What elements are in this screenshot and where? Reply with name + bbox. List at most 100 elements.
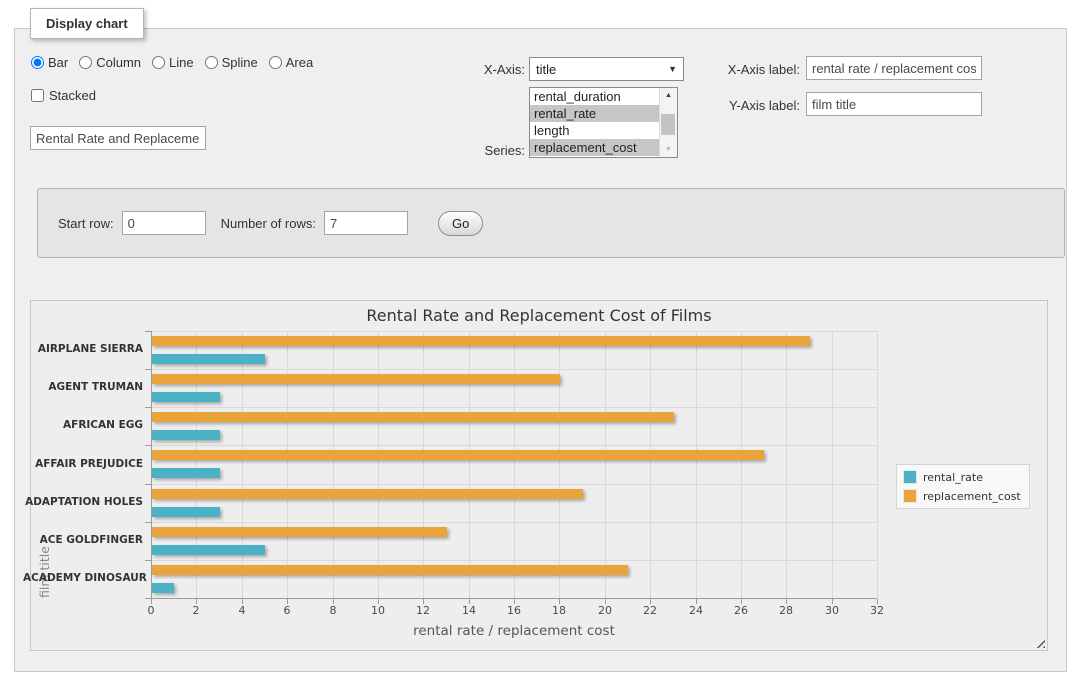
chart-type-radio-line[interactable]: [152, 56, 165, 69]
x-tick-label: 4: [222, 604, 262, 617]
start-row-input[interactable]: [122, 211, 206, 235]
chart-title-input[interactable]: [30, 126, 206, 150]
bar-replacement_cost: [152, 450, 764, 460]
gridline: [696, 331, 697, 598]
legend-item-rental_rate[interactable]: rental_rate: [903, 470, 1021, 484]
series-option-rental_rate[interactable]: rental_rate: [530, 105, 660, 122]
legend-swatch-replacement_cost: [903, 489, 917, 503]
gridline: [151, 369, 877, 370]
bar-rental_rate: [152, 430, 220, 440]
bar-rental_rate: [152, 545, 265, 555]
x-tick-label: 2: [176, 604, 216, 617]
chart-type-radio-area[interactable]: [269, 56, 282, 69]
bar-rental_rate: [152, 507, 220, 517]
y-axis-label-input[interactable]: [806, 92, 982, 116]
chart-container: Rental Rate and Replacement Cost of Film…: [30, 300, 1048, 651]
resize-grip-icon[interactable]: [1033, 636, 1045, 648]
x-tick-label: 24: [676, 604, 716, 617]
gridline: [242, 331, 243, 598]
category-label: ACADEMY DINOSAUR: [23, 572, 143, 584]
chart-type-radio-spline[interactable]: [205, 56, 218, 69]
bar-rental_rate: [152, 468, 220, 478]
x-tick-label: 16: [494, 604, 534, 617]
x-axis-field-label: X-Axis:: [430, 62, 525, 77]
chart-type-radio-bar[interactable]: [31, 56, 44, 69]
bar-replacement_cost: [152, 527, 447, 537]
category-label: AIRPLANE SIERRA: [23, 343, 143, 355]
chart-type-option-area[interactable]: Area: [269, 55, 313, 70]
gridline: [605, 331, 606, 598]
series-scrollbar[interactable]: ▲ ▼: [659, 88, 677, 157]
chart-type-label: Spline: [222, 55, 258, 70]
series-option-length[interactable]: length: [530, 122, 660, 139]
gridline: [151, 445, 877, 446]
x-tick-label: 32: [857, 604, 897, 617]
x-axis-select[interactable]: title ▼: [529, 57, 684, 81]
scrollbar-thumb[interactable]: [661, 114, 675, 135]
gridline: [741, 331, 742, 598]
x-axis-selected-value: title: [536, 62, 556, 77]
gridline: [151, 560, 877, 561]
gridline: [469, 331, 470, 598]
gridline: [151, 484, 877, 485]
start-row-label: Start row:: [58, 216, 114, 231]
x-tick-label: 14: [449, 604, 489, 617]
chevron-down-icon: ▼: [668, 64, 677, 74]
gridline: [196, 331, 197, 598]
series-option-replacement_cost[interactable]: replacement_cost: [530, 139, 660, 156]
chart-legend: rental_rate replacement_cost: [896, 464, 1030, 509]
chart-type-radio-group: Bar Column Line Spline Area: [31, 55, 324, 70]
stacked-checkbox-row[interactable]: Stacked: [31, 88, 96, 103]
scroll-up-icon[interactable]: ▲: [660, 88, 677, 103]
series-options: rental_durationrental_ratelengthreplacem…: [530, 88, 677, 156]
legend-label: rental_rate: [923, 471, 983, 484]
category-label: ACE GOLDFINGER: [23, 534, 143, 546]
number-of-rows-input[interactable]: [324, 211, 408, 235]
chart-type-label: Area: [286, 55, 313, 70]
chart-type-radio-column[interactable]: [79, 56, 92, 69]
x-tick-label: 22: [630, 604, 670, 617]
series-multiselect[interactable]: rental_durationrental_ratelengthreplacem…: [529, 87, 678, 158]
gridline: [378, 331, 379, 598]
category-label: AFRICAN EGG: [23, 419, 143, 431]
x-tick-label: 10: [358, 604, 398, 617]
x-tick-label: 26: [721, 604, 761, 617]
gridline: [832, 331, 833, 598]
chart-type-label: Bar: [48, 55, 68, 70]
gridline: [514, 331, 515, 598]
gridline: [333, 331, 334, 598]
chart-type-option-spline[interactable]: Spline: [205, 55, 258, 70]
bar-replacement_cost: [152, 374, 560, 384]
legend-label: replacement_cost: [923, 490, 1021, 503]
chart-type-option-bar[interactable]: Bar: [31, 55, 68, 70]
x-axis-label-field-label: X-Axis label:: [700, 62, 800, 77]
scroll-down-icon[interactable]: ▼: [660, 142, 677, 157]
gridline: [423, 331, 424, 598]
chart-type-option-column[interactable]: Column: [79, 55, 141, 70]
bar-replacement_cost: [152, 565, 628, 575]
number-of-rows-label: Number of rows:: [221, 216, 316, 231]
chart-type-label: Column: [96, 55, 141, 70]
gridline: [559, 331, 560, 598]
x-tick-label: 8: [313, 604, 353, 617]
bar-replacement_cost: [152, 412, 674, 422]
row-range-panel: Start row: Number of rows: Go: [37, 188, 1065, 258]
legend-item-replacement_cost[interactable]: replacement_cost: [903, 489, 1021, 503]
go-button[interactable]: Go: [438, 211, 483, 236]
bar-rental_rate: [152, 392, 220, 402]
x-axis-label-input[interactable]: [806, 56, 982, 80]
gridline: [650, 331, 651, 598]
x-tick-label: 6: [267, 604, 307, 617]
x-tick-label: 0: [131, 604, 171, 617]
legend-swatch-rental_rate: [903, 470, 917, 484]
chart-type-option-line[interactable]: Line: [152, 55, 194, 70]
chart-type-label: Line: [169, 55, 194, 70]
category-label: AFFAIR PREJUDICE: [23, 458, 143, 470]
x-tick-label: 12: [403, 604, 443, 617]
series-option-rental_duration[interactable]: rental_duration: [530, 88, 660, 105]
stacked-checkbox[interactable]: [31, 89, 44, 102]
chart-title: Rental Rate and Replacement Cost of Film…: [31, 306, 1047, 325]
category-label: ADAPTATION HOLES: [23, 496, 143, 508]
gridline: [151, 407, 877, 408]
gridline: [877, 331, 878, 598]
